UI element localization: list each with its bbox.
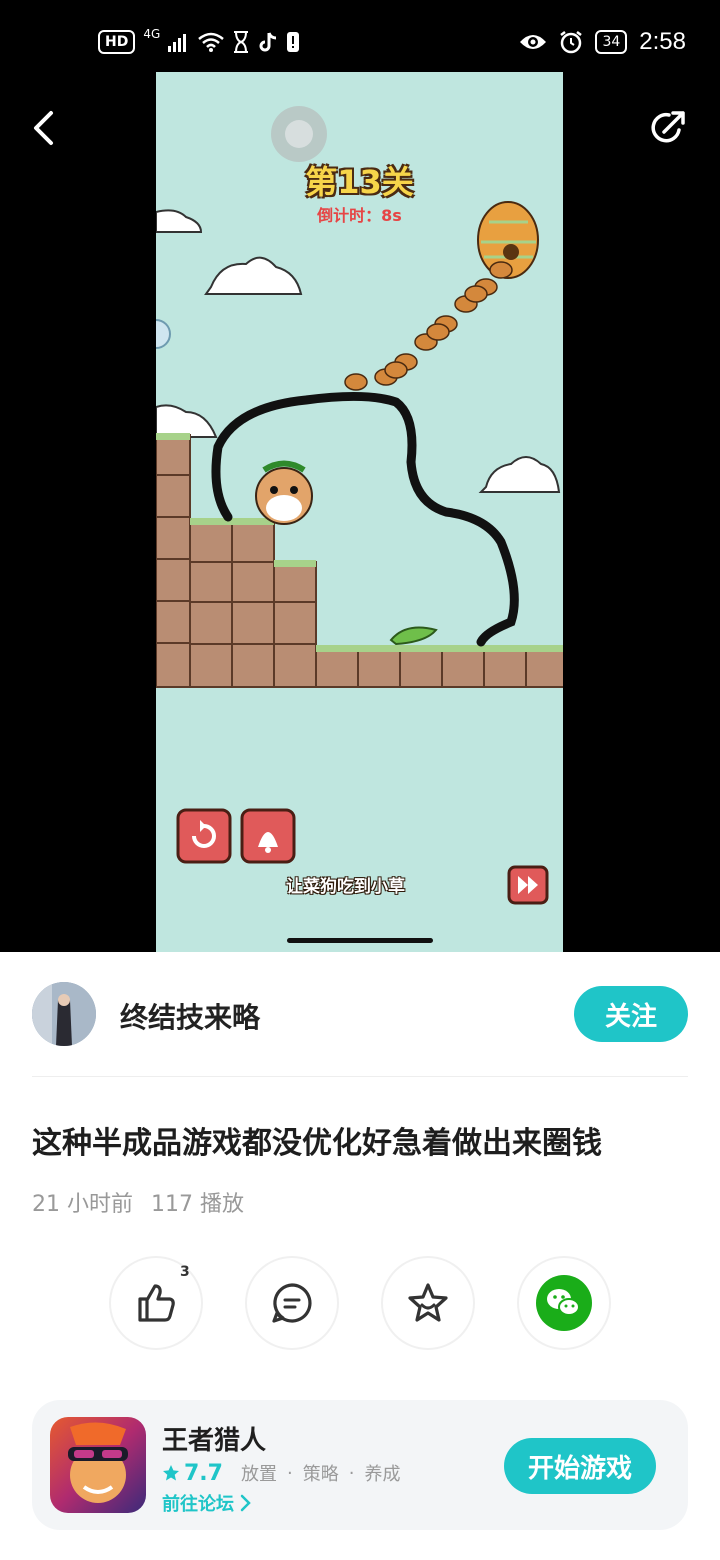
favorite-button[interactable] [381,1256,475,1350]
follow-button[interactable]: 关注 [574,986,688,1042]
comment-icon [272,1283,312,1323]
author-name[interactable]: 终结技来略 [120,996,260,1036]
avatar[interactable] [32,982,96,1046]
star-filled-icon [163,1465,179,1481]
share-icon [651,111,685,143]
game-app-icon [50,1417,146,1513]
play-count: 117 播放 [151,1192,244,1217]
hd-badge: HD [98,30,136,54]
tag: 养成 [364,1464,401,1485]
wechat-icon [536,1275,592,1331]
eye-icon [520,35,547,49]
battery-level: 34 [602,34,621,50]
tag-separator: · [286,1462,293,1484]
alarm-icon [560,31,583,54]
forum-link[interactable]: 前往论坛 [162,1490,252,1516]
chevron-right-icon [240,1494,251,1512]
game-meta: 7.7 放置 · 策略 · 养成 [162,1460,400,1486]
chevron-left-icon [34,111,53,145]
wifi-icon [198,32,225,52]
game-art [68,1422,128,1503]
game-hint: 让菜狗吃到小草 [286,877,405,897]
tiktok-icon [259,32,277,52]
start-game-button[interactable]: 开始游戏 [504,1438,656,1494]
clock-time: 2:58 [639,28,686,55]
avatar-image [32,982,96,1046]
hourglass-icon [234,31,249,53]
post-meta: 21 小时前 117 播放 [32,1186,244,1218]
forum-link-label: 前往论坛 [162,1494,234,1515]
tag: 放置 [240,1464,277,1485]
battery-indicator: 34 [595,30,628,54]
rating: 7.7 [162,1461,223,1486]
thumbs-up-icon [138,1284,175,1322]
countdown-timer: 倒计时：8s [317,206,402,225]
rating-score: 7.7 [184,1460,223,1486]
like-count: 3 [180,1264,190,1280]
wechat-share-button[interactable] [517,1256,611,1350]
divider [32,1076,688,1077]
network-type-label: 4G [143,27,161,41]
tag: 策略 [302,1464,339,1485]
comment-button[interactable] [245,1256,339,1350]
signal-icon [168,34,187,52]
video-player[interactable]: 第13关 倒计时：8s 让菜狗吃到小草 [156,72,563,952]
tag-separator: · [348,1462,355,1484]
star-icon [408,1283,448,1322]
game-card[interactable]: 王者猎人 7.7 放置 · 策略 · 养成 前往论坛 开始游戏 [32,1400,688,1530]
video-progress-bar[interactable] [287,938,433,943]
game-name: 王者猎人 [162,1426,267,1456]
back-button[interactable] [20,104,68,152]
alert-icon [287,32,300,52]
post-time: 21 小时前 [32,1192,133,1217]
level-title: 第13关 [305,163,414,201]
post-title: 这种半成品游戏都没优化好急着做出来圈钱 [32,1126,602,1161]
share-button[interactable] [644,104,692,152]
